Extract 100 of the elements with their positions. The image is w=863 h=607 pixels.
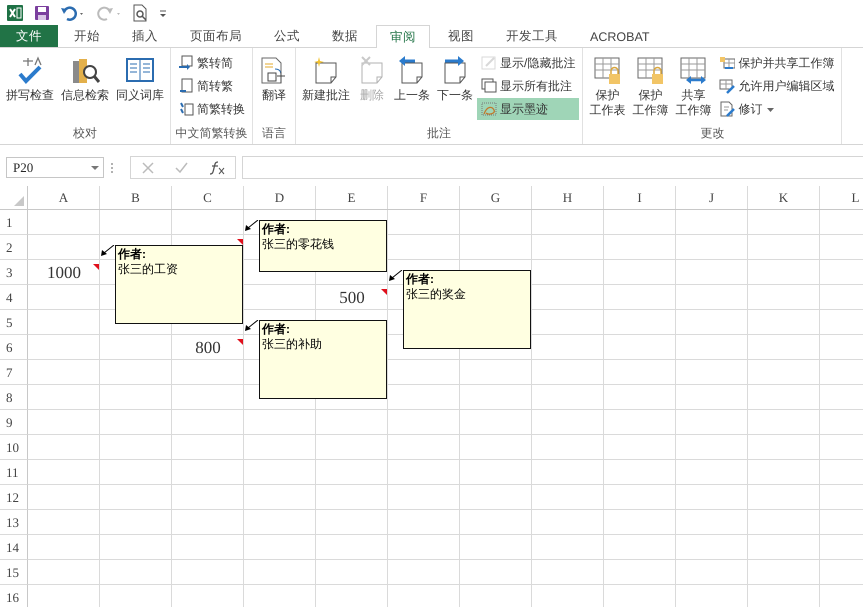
sheet-lock-icon (635, 55, 666, 85)
stacked-notes-icon (481, 78, 497, 94)
column-header[interactable]: F (388, 186, 460, 209)
ribbon-button[interactable]: 同义词库 (113, 52, 167, 106)
book-icon (125, 55, 155, 85)
comment-text: 张三的补助 (262, 337, 322, 352)
cell-value: 800 (195, 338, 221, 358)
row-header[interactable]: 8 (0, 385, 28, 410)
comment-text: 张三的工资 (118, 262, 178, 277)
ribbon-tab[interactable]: 数据 (318, 25, 372, 47)
row-header[interactable]: 12 (0, 485, 28, 510)
ribbon-tab[interactable]: 公式 (260, 25, 314, 47)
column-header[interactable]: K (748, 186, 820, 209)
row-header[interactable]: 14 (0, 535, 28, 560)
row-header[interactable]: 2 (0, 235, 28, 260)
grip-icon (110, 162, 114, 174)
comment-indicator-icon (93, 264, 99, 270)
sheet-lock-icon (592, 55, 622, 85)
column-header[interactable]: L (820, 186, 863, 209)
column-header[interactable]: H (532, 186, 604, 209)
column-header[interactable]: A (28, 186, 100, 209)
column-header[interactable]: G (460, 186, 532, 209)
column-header[interactable]: E (316, 186, 388, 209)
ribbon-button[interactable]: 简繁转换 (174, 98, 249, 120)
save-icon[interactable] (34, 4, 50, 20)
ribbon-button[interactable]: 新建批注 (299, 52, 353, 106)
group-label: 语言 (261, 125, 287, 142)
ribbon-button[interactable]: 翻译 (256, 52, 292, 106)
comment-author: 作者: (262, 222, 290, 237)
comment-arrow (100, 245, 115, 259)
comment-author: 作者: (262, 322, 290, 337)
ribbon-button[interactable]: 允许用户编辑区域 (715, 75, 838, 97)
grid-pencil-icon (719, 78, 736, 94)
column-header[interactable]: D (244, 186, 316, 209)
ribbon-button[interactable]: 共享 工作簿 (672, 52, 714, 121)
convert-icon (178, 78, 194, 94)
row-header[interactable]: 15 (0, 560, 28, 585)
ribbon-tab[interactable]: 插入 (118, 25, 172, 47)
ribbon-tab[interactable]: 审阅 (376, 25, 430, 48)
ink-icon (481, 101, 497, 117)
print-preview-icon[interactable] (132, 4, 148, 22)
ribbon-button[interactable]: 简转繁 (174, 75, 249, 97)
comment-arrow (244, 320, 259, 334)
row-header[interactable]: 10 (0, 435, 28, 460)
column-header[interactable]: C (172, 186, 244, 209)
ribbon-tab[interactable]: 视图 (434, 25, 488, 47)
row-header[interactable]: 9 (0, 410, 28, 435)
name-box-value: P20 (13, 160, 34, 176)
row-header[interactable]: 16 (0, 585, 28, 607)
function-icon[interactable] (208, 160, 224, 174)
check-icon[interactable] (174, 162, 188, 174)
column-header[interactable]: B (100, 186, 172, 209)
ribbon-button[interactable]: 保护并共享工作簿 (715, 52, 838, 74)
convert-icon (178, 101, 194, 117)
ribbon-tab[interactable]: 开发工具 (492, 25, 572, 47)
row-header[interactable]: 13 (0, 510, 28, 535)
ribbon-button[interactable]: 信息检索 (58, 52, 112, 106)
row-header[interactable]: 1 (0, 210, 28, 235)
ribbon-tab[interactable]: 页面布局 (176, 25, 256, 47)
ribbon-button[interactable]: 保护 工作簿 (629, 52, 672, 121)
ribbon-button[interactable]: 修订 (715, 98, 838, 120)
ribbon-button[interactable]: 显示墨迹 (477, 98, 580, 120)
row-header[interactable]: 7 (0, 360, 28, 385)
undo-icon[interactable] (60, 4, 86, 20)
sheet-arrows-icon (678, 55, 708, 85)
row-header[interactable]: 6 (0, 335, 28, 360)
comment-author: 作者: (118, 247, 146, 262)
formula-input[interactable] (242, 156, 863, 179)
ribbon-button[interactable]: 下一条 (434, 52, 476, 106)
comment-text: 张三的零花钱 (262, 237, 334, 252)
document-pencil-icon (719, 101, 736, 117)
row-header[interactable]: 11 (0, 460, 28, 485)
row-header[interactable]: 3 (0, 260, 28, 285)
ribbon-tab[interactable]: 开始 (60, 25, 114, 47)
comment-text: 张三的奖金 (406, 287, 466, 302)
comment-author: 作者: (406, 272, 434, 287)
column-header[interactable]: I (604, 186, 676, 209)
cell-value: 1000 (47, 263, 81, 283)
spreadsheet-app-icon[interactable] (6, 4, 24, 22)
note-pencil-icon (481, 55, 497, 71)
column-header[interactable]: J (676, 186, 748, 209)
row-header[interactable]: 5 (0, 310, 28, 335)
ribbon-tab[interactable]: ACROBAT (576, 25, 664, 47)
ribbon-button[interactable]: 显示所有批注 (477, 75, 580, 97)
comment-indicator-icon (237, 339, 243, 345)
name-box[interactable]: P20 (6, 157, 104, 178)
row-header[interactable]: 4 (0, 285, 28, 310)
caret-icon (767, 107, 774, 113)
comment-indicator-icon (381, 289, 387, 295)
group-label: 校对 (72, 125, 98, 142)
ribbon-button[interactable]: 上一条 (391, 52, 433, 106)
file-tab[interactable]: 文件 (0, 25, 58, 47)
group-label: 更改 (699, 125, 726, 142)
ribbon-button[interactable]: 繁转简 (174, 52, 249, 74)
group-label: 批注 (426, 125, 452, 142)
ribbon-button[interactable]: 拼写检查 (3, 52, 57, 106)
lock-grid-icon (719, 55, 736, 71)
ribbon-button[interactable]: 保护 工作表 (586, 52, 628, 121)
cell-value: 500 (339, 288, 365, 308)
dropdown-caret-icon[interactable] (91, 164, 99, 170)
